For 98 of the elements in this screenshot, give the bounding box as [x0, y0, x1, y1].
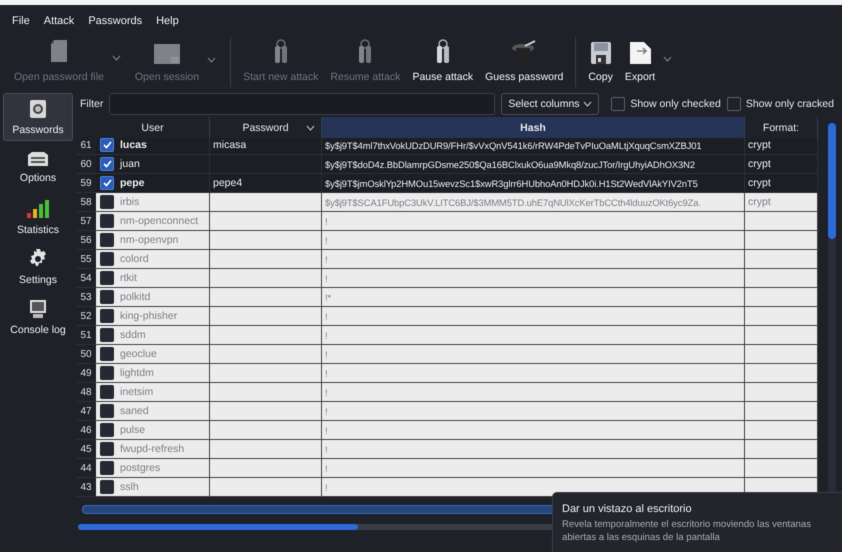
user-name: king-phisher [120, 310, 178, 322]
hash-cell: $y$j9T$doD4z.BbDlamrpGDsme250$Qa16BClxukO6ua9Mkq8/zucJTor/IrgUhyiADhOX3N2 [322, 155, 745, 174]
column-header[interactable]: Format: [745, 117, 818, 138]
caret-icon[interactable] [663, 56, 672, 62]
menu-item[interactable]: File [6, 13, 36, 29]
export-icon [628, 41, 652, 65]
row-checkbox[interactable] [100, 480, 114, 494]
user-name: sslh [120, 481, 139, 493]
toolbar-button[interactable]: Pause attack [408, 39, 478, 87]
menu-item[interactable]: Passwords [82, 13, 148, 29]
column-header[interactable]: Hash [322, 117, 745, 138]
sidebar-tab[interactable]: Options [3, 143, 73, 191]
password-cell: pepe4 [210, 174, 322, 193]
hash-cell: ! [322, 459, 745, 478]
row-checkbox[interactable] [100, 233, 114, 247]
window-icon [153, 43, 181, 65]
row-checkbox[interactable] [100, 290, 114, 304]
format-cell: crypt [745, 155, 818, 174]
user-name: postgres [120, 462, 160, 474]
hash-cell: $y$j9T$SCA1FUbpC3UkV.LITC6BJ/$3MMM5TD.uhE7qNUlXcKerTbCCth4lduuzOKt6yc9Za. [322, 193, 745, 212]
user-name: colord [120, 253, 149, 265]
vertical-scrollbar[interactable] [828, 123, 836, 493]
user-name: juan [120, 158, 140, 170]
hash-cell: ! [322, 212, 745, 231]
format-cell: crypt [745, 174, 818, 193]
row-checkbox[interactable] [100, 347, 114, 361]
row-checkbox[interactable] [100, 442, 114, 456]
sort-caret-icon [306, 124, 315, 130]
show-only-cracked-checkbox[interactable]: Show only cracked [726, 97, 834, 111]
row-checkbox[interactable] [100, 328, 114, 342]
row-checkbox[interactable] [100, 366, 114, 380]
hash-cell: ! [322, 231, 745, 250]
row-checkbox[interactable] [100, 404, 114, 418]
row-checkbox[interactable] [100, 138, 114, 152]
user-name: pepe [120, 177, 145, 189]
hash-cell: ! [322, 402, 745, 421]
menu-item[interactable]: Attack [38, 13, 80, 29]
user-name: geoclue [120, 348, 157, 360]
hash-cell: ! [322, 307, 745, 326]
hash-cell: !* [322, 288, 745, 307]
keyboard-icon [27, 150, 49, 166]
toolbar-button[interactable]: Guess password [481, 39, 568, 87]
check-icon [102, 141, 112, 149]
toolbar-button[interactable]: Export [620, 41, 660, 87]
row-checkbox[interactable] [100, 461, 114, 475]
user-name: inetsim [120, 386, 154, 398]
user-name: fwupd-refresh [120, 443, 184, 455]
hash-cell: ! [322, 326, 745, 345]
tooltip-title: Dar un vistazo al escritorio [562, 503, 693, 515]
filter-label: Filter [80, 98, 104, 110]
hash-cell: ! [322, 364, 745, 383]
monitor-icon [29, 298, 47, 318]
row-checkbox[interactable] [100, 423, 114, 437]
settings-icon [28, 248, 48, 268]
check-icon [102, 160, 112, 168]
user-name: rtkit [120, 272, 137, 284]
user-name: lightdm [120, 367, 154, 379]
caret-icon [583, 101, 592, 107]
sidebar-tab[interactable]: Passwords [3, 93, 73, 141]
user-name: nm-openvpn [120, 234, 178, 246]
row-checkbox[interactable] [100, 309, 114, 323]
sidebar-tab[interactable]: Settings [3, 243, 73, 291]
row-checkbox[interactable] [100, 271, 114, 285]
hash-cell: ! [322, 269, 745, 288]
select-columns-dropdown[interactable]: Select columns [501, 93, 600, 115]
user-name: polkitd [120, 291, 150, 303]
hash-cell: ! [322, 345, 745, 364]
row-checkbox[interactable] [100, 385, 114, 399]
row-checkbox[interactable] [100, 176, 114, 190]
menu-item[interactable]: Help [150, 13, 185, 29]
hash-cell: ! [322, 250, 745, 269]
column-header[interactable]: Password [210, 117, 322, 138]
sidebar-tab[interactable]: Console log [3, 293, 73, 341]
row-checkbox[interactable] [100, 214, 114, 228]
show-only-checked-checkbox[interactable]: Show only checked [611, 97, 721, 111]
user-name: saned [120, 405, 149, 417]
safe-icon [29, 98, 47, 118]
toolbar-button[interactable]: Copy [584, 41, 617, 87]
user-name: sddm [120, 329, 146, 341]
row-checkbox[interactable] [100, 157, 114, 171]
row-checkbox[interactable] [100, 195, 114, 209]
file-icon [48, 39, 69, 65]
tooltip-text: Revela temporalmente el escritorio moviendo las ventanas abiertas a las esquinas de la pantalla [562, 519, 812, 545]
hash-cell: ! [322, 440, 745, 459]
user-name: irbis [120, 196, 140, 208]
hash-cell: $y$j9T$jmOsklYp2HMOu15wevzSc1$xwR3glrr6HUbhoAn0HDJk0i.H1St2WedVlAkYIV2nT5 [322, 174, 745, 193]
user-name: pulse [120, 424, 146, 436]
row-checkbox[interactable] [100, 252, 114, 266]
check-icon [102, 179, 112, 187]
user-name: nm-openconnect [120, 215, 198, 227]
column-header[interactable]: User [96, 117, 210, 138]
format-cell: crypt [745, 193, 818, 212]
user-name: lucas [120, 139, 147, 151]
sidebar-tab[interactable]: Statistics [3, 193, 73, 241]
hash-cell: ! [322, 383, 745, 402]
bar-chart-icon [26, 198, 50, 218]
hash-cell: ! [322, 421, 745, 440]
filter-field[interactable] [109, 93, 496, 115]
